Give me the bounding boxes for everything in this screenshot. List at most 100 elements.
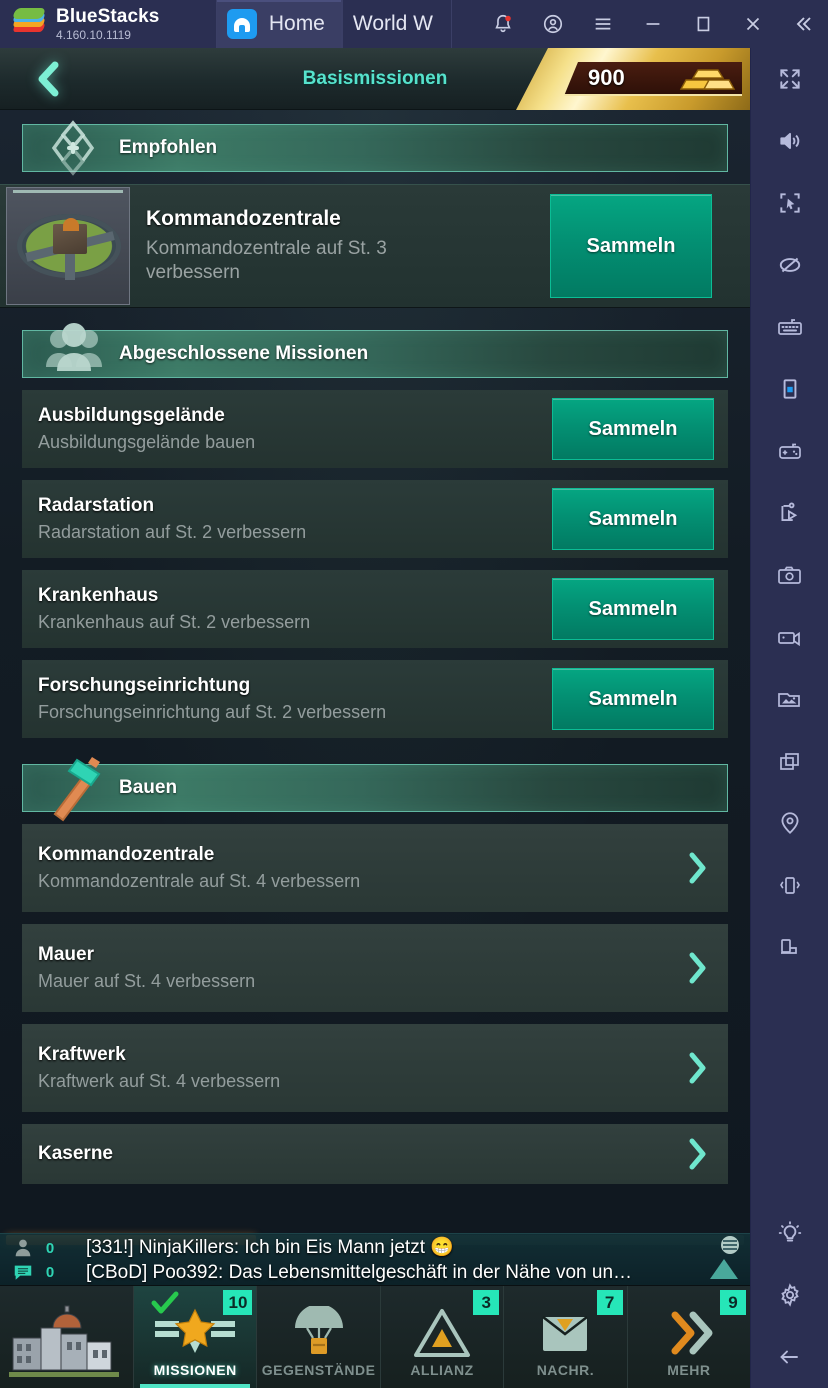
mission-list[interactable]: Empfohlen Kommandozentrale Kommandozentr…	[0, 110, 750, 1253]
table-row[interactable]: Radarstation Radarstation auf St. 2 verb…	[22, 480, 728, 558]
badge-count: 9	[720, 1290, 747, 1315]
shake-device-icon[interactable]	[751, 854, 828, 916]
hammer-icon	[31, 752, 115, 824]
pointer-select-icon[interactable]	[751, 172, 828, 234]
nav-item-mehr[interactable]: 9 MEHR	[626, 1286, 750, 1388]
more-chevrons-icon	[657, 1308, 721, 1358]
chevron-right-icon[interactable]	[666, 1137, 728, 1171]
chevron-right-icon[interactable]	[666, 851, 728, 885]
media-gallery-icon[interactable]	[751, 668, 828, 730]
chat-count: 0	[45, 1239, 55, 1257]
collect-button[interactable]: Sammeln	[552, 578, 714, 640]
back-chevron-icon[interactable]	[0, 48, 96, 110]
tab-game-label: World W	[352, 12, 433, 35]
keyboard-icon[interactable]	[751, 296, 828, 358]
nav-item-nachrichten[interactable]: 7 NACHR.	[503, 1286, 626, 1388]
table-row[interactable]: Kraftwerk Kraftwerk auf St. 4 verbessern	[22, 1024, 728, 1112]
mission-title: Krankenhaus	[38, 585, 159, 606]
mission-desc: Forschungseinrichtung auf St. 2 verbesse…	[38, 702, 387, 722]
nav-label-missionen: MISSIONEN	[153, 1362, 237, 1378]
nav-label-mehr: MEHR	[667, 1362, 711, 1378]
mission-title: Ausbildungsgelände	[38, 405, 225, 426]
location-pin-icon[interactable]	[751, 792, 828, 854]
gamepad-icon[interactable]	[751, 420, 828, 482]
bluestacks-brand: BlueStacks 4.160.10.1119	[0, 0, 216, 48]
maximize-icon[interactable]	[678, 0, 728, 48]
lightbulb-icon[interactable]	[751, 1202, 828, 1264]
bluestacks-titlebar: BlueStacks 4.160.10.1119 Home World W	[0, 0, 828, 48]
chat-message: [331!] NinjaKillers: Ich bin Eis Mann je…	[86, 1237, 454, 1258]
mission-desc: Radarstation auf St. 2 verbessern	[38, 522, 307, 542]
collapse-icon[interactable]	[778, 0, 828, 48]
recommended-mission-card[interactable]: Kommandozentrale Kommandozentrale auf St…	[0, 184, 750, 308]
account-icon[interactable]	[528, 0, 578, 48]
mission-title: Kaserne	[38, 1143, 113, 1164]
alliance-triangle-icon	[412, 1308, 472, 1358]
mission-header: Basismissionen 900	[0, 48, 750, 110]
table-row[interactable]: Forschungseinrichtung Forschungseinricht…	[22, 660, 728, 738]
rotate-landscape-icon[interactable]	[751, 916, 828, 978]
chat-expand-icon[interactable]	[678, 1234, 750, 1285]
chevron-right-icon[interactable]	[666, 951, 728, 985]
people-group-icon	[31, 318, 115, 390]
chevron-right-icon[interactable]	[666, 1051, 728, 1085]
multi-instance-icon[interactable]	[751, 730, 828, 792]
section-header-completed: Abgeschlossene Missionen	[22, 323, 728, 378]
minimize-icon[interactable]	[628, 0, 678, 48]
table-row[interactable]: Ausbildungsgelände Ausbildungsgelände ba…	[22, 390, 728, 468]
home-icon	[226, 9, 257, 39]
section-header-recommended: Empfohlen	[22, 120, 728, 176]
chat-icons: 0 0	[0, 1234, 86, 1285]
mail-envelope-icon	[535, 1308, 595, 1358]
window-controls	[452, 0, 828, 48]
chat-message: [CBoD] Poo392: Das Lebensmittelgeschäft …	[86, 1262, 633, 1283]
volume-icon[interactable]	[751, 110, 828, 172]
fullscreen-icon[interactable]	[751, 48, 828, 110]
nav-label-gegenstaende: GEGENSTÄNDE	[261, 1362, 376, 1378]
collect-button[interactable]: Sammeln	[552, 398, 714, 460]
settings-gear-icon[interactable]	[751, 1264, 828, 1326]
nav-item-gegenstaende[interactable]: GEGENSTÄNDE	[256, 1286, 379, 1388]
bluestacks-brand-name: BlueStacks	[56, 5, 160, 27]
table-row[interactable]: Kommandozentrale Kommandozentrale auf St…	[22, 824, 728, 912]
mission-desc: Kraftwerk auf St. 4 verbessern	[38, 1071, 281, 1091]
tab-home-label: Home	[268, 12, 325, 35]
mission-title: Kommandozentrale	[146, 207, 341, 231]
bluestacks-logo-icon	[11, 7, 47, 41]
menu-icon[interactable]	[578, 0, 628, 48]
bottom-nav: 10 MISSIONEN GEGENSTÄNDE 3 ALLIANZ 7 NAC…	[0, 1285, 750, 1388]
nav-item-missionen[interactable]: 10 MISSIONEN	[133, 1286, 257, 1388]
tab-game[interactable]: World W	[341, 0, 452, 48]
video-record-icon[interactable]	[751, 606, 828, 668]
collect-button[interactable]: Sammeln	[550, 194, 712, 298]
eye-off-icon[interactable]	[751, 234, 828, 296]
chat-overlay[interactable]: 0 0 [331!] NinjaKillers: Ich bin Eis Man…	[0, 1233, 750, 1285]
tab-home[interactable]: Home	[215, 0, 342, 48]
command-center-thumb	[6, 187, 130, 305]
table-row[interactable]: Krankenhaus Krankenhaus auf St. 2 verbes…	[22, 570, 728, 648]
section-header-build: Bauen	[22, 757, 728, 822]
script-play-icon[interactable]	[751, 482, 828, 544]
city-building-icon[interactable]	[0, 1286, 133, 1388]
collect-button[interactable]: Sammeln	[552, 488, 714, 550]
collect-button[interactable]: Sammeln	[552, 668, 714, 730]
parachute-crate-icon	[287, 1306, 351, 1358]
rotate-portrait-icon[interactable]	[751, 358, 828, 420]
table-row[interactable]: Mauer Mauer auf St. 4 verbessern	[22, 924, 728, 1012]
check-icon	[151, 1291, 179, 1314]
close-icon[interactable]	[728, 0, 778, 48]
mission-desc: Kommandozentrale auf St. 3 verbessern	[146, 238, 387, 283]
table-row[interactable]: Kaserne	[22, 1124, 728, 1184]
nav-item-allianz[interactable]: 3 ALLIANZ	[379, 1286, 503, 1388]
section-label-recommended: Empfohlen	[119, 137, 218, 158]
mission-title: Forschungseinrichtung	[38, 675, 251, 696]
screenshot-camera-icon[interactable]	[751, 544, 828, 606]
mission-desc: Ausbildungsgelände bauen	[38, 432, 256, 452]
person-icon	[15, 1239, 31, 1257]
section-label-completed: Abgeschlossene Missionen	[119, 343, 369, 364]
mission-desc: Mauer auf St. 4 verbessern	[38, 971, 256, 991]
mission-desc: Kommandozentrale auf St. 4 verbessern	[38, 871, 361, 891]
mission-title: Kommandozentrale	[38, 844, 215, 865]
back-arrow-icon[interactable]	[751, 1326, 828, 1388]
notification-bell-icon[interactable]	[478, 0, 528, 48]
